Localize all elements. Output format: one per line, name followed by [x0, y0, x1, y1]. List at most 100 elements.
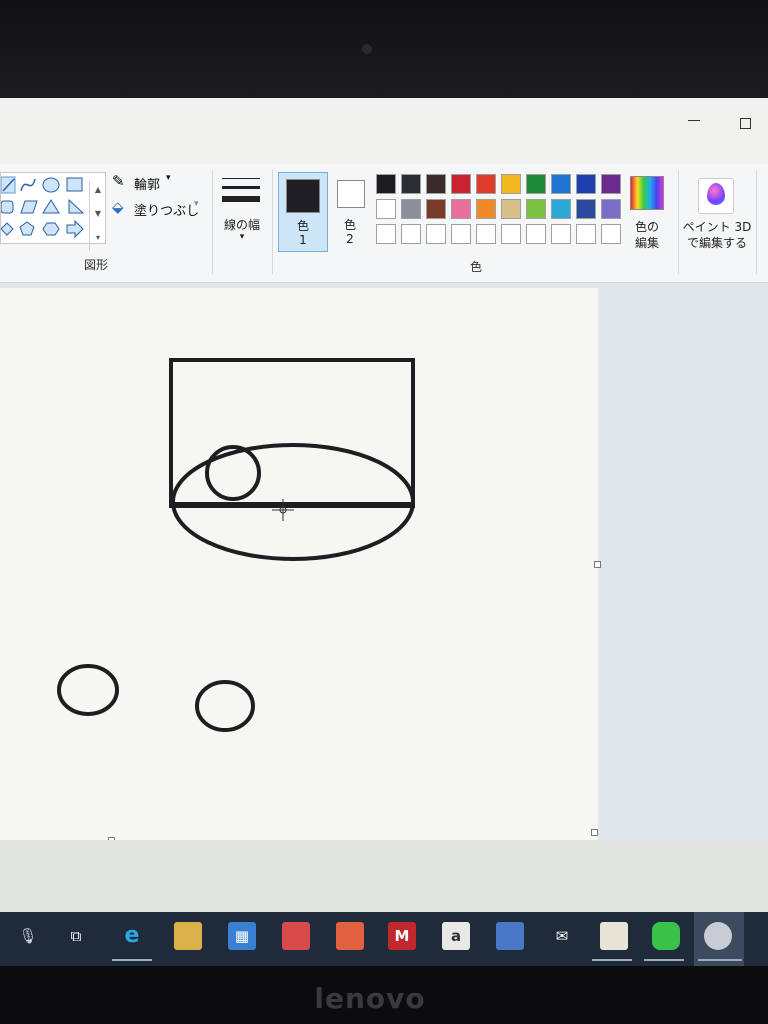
ribbon: ▲ ▼ ▾ ✎ 輪郭 ▾ ⬙ 塗りつぶし ▾ 図形 線の幅 ▾ 色 1 色 2 … — [0, 164, 768, 283]
color1-number: 1 — [299, 233, 307, 247]
line-width-button[interactable]: 線の幅 ▾ — [216, 170, 268, 250]
palette-swatch[interactable] — [401, 174, 421, 194]
palette-swatch[interactable] — [601, 224, 621, 244]
running-indicator — [592, 959, 632, 961]
paint3d-button[interactable]: ペイント 3D で編集する — [682, 170, 752, 254]
colors-group-label: 色 — [470, 260, 483, 274]
task-view-icon[interactable]: ⧉ — [62, 922, 90, 950]
palette-swatch[interactable] — [476, 199, 496, 219]
pencil-outline-icon: ✎ — [112, 172, 125, 190]
color2-swatch — [337, 180, 365, 208]
shapes-group-label: 図形 — [84, 258, 109, 272]
palette-swatch[interactable] — [526, 224, 546, 244]
color-spectrum-icon — [630, 176, 664, 210]
file-explorer-icon[interactable] — [174, 922, 202, 950]
running-indicator — [644, 959, 684, 961]
edge-browser-icon[interactable]: e — [118, 922, 146, 950]
right-triangle-shape-icon — [68, 198, 85, 214]
palette-swatch[interactable] — [451, 199, 471, 219]
color1-button[interactable]: 色 1 — [278, 172, 328, 252]
palette-swatch[interactable] — [376, 224, 396, 244]
paint-app-icon[interactable] — [600, 922, 628, 950]
chevron-down-icon: ▾ — [194, 199, 199, 209]
fill-label: 塗りつぶし — [134, 204, 200, 219]
palette-swatch[interactable] — [426, 224, 446, 244]
palette-swatch[interactable] — [451, 174, 471, 194]
scroll-down-icon[interactable]: ▼ — [93, 209, 103, 218]
running-indicator — [698, 959, 742, 961]
outline-button[interactable]: ✎ 輪郭 ▾ — [110, 172, 206, 194]
palette-swatch[interactable] — [376, 199, 396, 219]
fill-button[interactable]: ⬙ 塗りつぶし ▾ — [110, 198, 210, 220]
microphone-icon[interactable]: 🎙 — [14, 922, 42, 950]
palette-swatch[interactable] — [551, 224, 571, 244]
store-icon[interactable]: ▦ — [228, 922, 256, 950]
shapes-gallery[interactable]: ▲ ▼ ▾ — [0, 172, 106, 251]
webcam — [362, 44, 372, 54]
palette-swatch[interactable] — [601, 174, 621, 194]
edit-colors-label-line1: 色の — [634, 220, 659, 234]
running-indicator — [112, 959, 152, 961]
status-area — [0, 840, 768, 912]
paint3d-label-line1: ペイント 3D — [682, 220, 752, 234]
drawing-canvas[interactable] — [0, 288, 598, 840]
title-bar — [0, 98, 768, 164]
palette-swatch[interactable] — [401, 224, 421, 244]
palette-swatch[interactable] — [451, 224, 471, 244]
palette-swatch[interactable] — [576, 174, 596, 194]
pentagon-shape-icon — [19, 221, 35, 236]
palette-swatch[interactable] — [551, 174, 571, 194]
diamond-shape-icon — [1, 222, 14, 236]
rectangle-shape-icon — [66, 177, 83, 192]
palette-swatch[interactable] — [476, 174, 496, 194]
triangle-shape-icon — [42, 199, 60, 214]
palette-swatch[interactable] — [376, 174, 396, 194]
right-arrow-shape-icon — [66, 219, 84, 239]
palette-swatch[interactable] — [476, 224, 496, 244]
ribbon-divider — [756, 170, 757, 274]
amazon-icon[interactable]: a — [442, 922, 470, 950]
drawing-strokes — [57, 358, 415, 732]
maximize-button[interactable] — [740, 118, 751, 129]
palette-swatch[interactable] — [501, 174, 521, 194]
laptop-bezel-bottom: lenovo — [0, 966, 768, 1024]
fill-bucket-icon: ⬙ — [112, 198, 124, 216]
screen: ▲ ▼ ▾ ✎ 輪郭 ▾ ⬙ 塗りつぶし ▾ 図形 線の幅 ▾ 色 1 色 2 … — [0, 98, 768, 966]
curve-shape-icon — [20, 178, 36, 192]
palette-swatch[interactable] — [426, 199, 446, 219]
expand-gallery-icon[interactable]: ▾ — [93, 233, 103, 242]
mcafee-icon[interactable]: M — [388, 922, 416, 950]
app-orange-icon[interactable] — [336, 922, 364, 950]
canvas-resize-handle-corner[interactable] — [591, 829, 598, 836]
app-blue-icon[interactable] — [496, 922, 524, 950]
amazon-glyph: a — [450, 927, 462, 945]
palette-swatch[interactable] — [526, 174, 546, 194]
palette-swatch[interactable] — [426, 174, 446, 194]
minimize-button[interactable] — [688, 120, 700, 121]
paint3d-icon — [698, 178, 734, 214]
mail-icon[interactable]: ✉ — [548, 922, 576, 950]
drawn-ellipse-right — [195, 680, 255, 732]
color1-swatch — [286, 179, 320, 213]
chevron-down-icon: ▾ — [239, 232, 245, 242]
edit-colors-button[interactable]: 色の 編集 — [626, 170, 668, 254]
chevron-down-icon: ▾ — [166, 173, 171, 183]
palette-swatch[interactable] — [601, 199, 621, 219]
palette-swatch[interactable] — [576, 224, 596, 244]
app-red-icon[interactable] — [282, 922, 310, 950]
hexagon-shape-icon — [42, 222, 60, 236]
palette-swatch[interactable] — [526, 199, 546, 219]
palette-swatch[interactable] — [501, 199, 521, 219]
palette-swatch[interactable] — [551, 199, 571, 219]
palette-swatch[interactable] — [576, 199, 596, 219]
canvas-resize-handle-right[interactable] — [594, 561, 601, 568]
paint-palette-icon[interactable] — [704, 922, 732, 950]
palette-swatch[interactable] — [501, 224, 521, 244]
color2-label: 色 — [343, 218, 356, 232]
shapes-scrollbar[interactable]: ▲ ▼ ▾ — [89, 181, 106, 251]
scroll-up-icon[interactable]: ▲ — [93, 185, 103, 194]
paint3d-label-line2: で編集する — [686, 236, 747, 250]
line-app-icon[interactable] — [652, 922, 680, 950]
ribbon-divider — [272, 170, 273, 274]
palette-swatch[interactable] — [401, 199, 421, 219]
